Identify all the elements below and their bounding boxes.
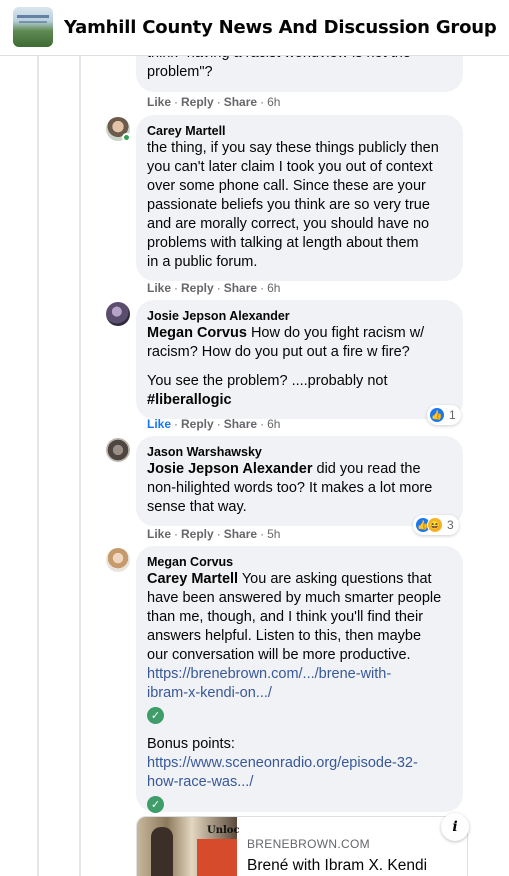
comment-text: passionate beliefs you think are so very…	[147, 197, 430, 213]
comment-text: problem"?	[147, 64, 213, 80]
link-domain: BRENEBROWN.COM	[247, 837, 370, 851]
comment-text: Bonus points:	[147, 736, 235, 752]
comment-text: have been answered by much smarter peopl…	[147, 590, 442, 606]
comment-text: sense that way.	[147, 499, 247, 515]
comment-actions: Like · Reply · Share · 6h	[147, 95, 281, 109]
comment-author[interactable]: Jason Warshawsky	[147, 444, 451, 460]
comment-author[interactable]: Megan Corvus	[147, 554, 451, 570]
comment-author[interactable]: Josie Jepson Alexander	[147, 308, 451, 324]
timestamp[interactable]: 5h	[267, 527, 280, 541]
avatar[interactable]	[106, 548, 130, 572]
online-status-dot	[122, 133, 131, 142]
comment-text: How do you fight racism w/	[246, 325, 425, 341]
comment-text: in a public forum.	[147, 254, 258, 270]
comment-text: racism? How do you put out a fire w fire…	[147, 344, 410, 360]
check-icon: ✓	[147, 707, 164, 724]
reaction-summary[interactable]: 👍 😆 3	[413, 515, 459, 535]
timestamp[interactable]: 6h	[267, 95, 280, 109]
laughing-face-icon: 😆	[427, 517, 443, 533]
timestamp[interactable]: 6h	[267, 417, 280, 431]
url-link[interactable]: how-race-was.../	[147, 773, 451, 792]
comment-actions: Like · Reply · Share · 6h	[147, 417, 281, 431]
like-link[interactable]: Like	[147, 417, 171, 431]
comment-text: our conversation will be more productive…	[147, 647, 411, 663]
comment-text: the thing, if you say these things publi…	[147, 140, 439, 156]
avatar[interactable]	[106, 302, 130, 326]
comment-bubble: Carey Martell the thing, if you say thes…	[136, 115, 463, 281]
comment-text: and are morally correct, you should have…	[147, 216, 430, 232]
comment-actions: Like · Reply · Share · 5h	[147, 527, 281, 541]
comment-actions: Like · Reply · Share · 6h	[147, 281, 281, 295]
group-thumbnail[interactable]	[13, 7, 53, 47]
check-icon: ✓	[147, 796, 164, 813]
mention-link[interactable]: Carey Martell	[147, 571, 238, 587]
group-header: Yamhill County News And Discussion Group	[0, 0, 509, 56]
group-title[interactable]: Yamhill County News And Discussion Group	[64, 17, 497, 38]
reply-link[interactable]: Reply	[181, 527, 214, 541]
reaction-count: 3	[447, 518, 454, 532]
comment-bubble: Jason Warshawsky Josie Jepson Alexander …	[136, 436, 463, 526]
avatar[interactable]	[106, 438, 130, 462]
link-preview-card[interactable]: Unloc BRENEBROWN.COM Brené with Ibram X.…	[136, 816, 468, 876]
comment-text: You see the problem? ....probably not	[147, 373, 388, 389]
reply-link[interactable]: Reply	[181, 281, 214, 295]
comment-text: you can't later claim I took you out of …	[147, 159, 433, 175]
url-link[interactable]: ibram-x-kendi-on.../	[147, 684, 451, 703]
info-icon[interactable]: i	[441, 813, 469, 841]
mention-link[interactable]: Josie Jepson Alexander	[147, 461, 312, 477]
comment-text: than me, though, and I think you'll find…	[147, 609, 424, 625]
comment-text: over some phone call. Since these are yo…	[147, 178, 426, 194]
share-link[interactable]: Share	[224, 527, 257, 541]
url-link[interactable]: https://brenebrown.com/.../brene-with-	[147, 665, 451, 684]
reaction-count: 1	[449, 408, 456, 422]
share-link[interactable]: Share	[224, 281, 257, 295]
like-link[interactable]: Like	[147, 281, 171, 295]
link-preview-image: Unloc	[137, 817, 240, 876]
comment-text: problems with talking at length about th…	[147, 235, 419, 251]
like-link[interactable]: Like	[147, 95, 171, 109]
share-link[interactable]: Share	[224, 95, 257, 109]
mention-link[interactable]: Megan Corvus	[147, 325, 247, 341]
thread-line	[37, 56, 39, 876]
reply-link[interactable]: Reply	[181, 417, 214, 431]
image-text: Unloc	[207, 825, 240, 836]
comment-text: You are asking questions that	[238, 571, 432, 587]
link-title: Brené with Ibram X. Kendi	[247, 857, 428, 874]
thumbs-up-icon: 👍	[429, 407, 445, 423]
comment-bubble: Josie Jepson Alexander Megan Corvus How …	[136, 300, 463, 419]
share-link[interactable]: Share	[224, 417, 257, 431]
reaction-summary[interactable]: 👍 1	[427, 405, 461, 425]
reply-link[interactable]: Reply	[181, 95, 214, 109]
comment-text: answers helpful. Listen to this, then ma…	[147, 628, 422, 644]
comment-text: non-hilighted words too? It makes a lot …	[147, 480, 433, 496]
comment-bubble: Megan Corvus Carey Martell You are askin…	[136, 546, 463, 813]
hashtag-link[interactable]: #liberallogic	[147, 391, 451, 410]
thread-line	[79, 56, 81, 876]
like-link[interactable]: Like	[147, 527, 171, 541]
url-link[interactable]: https://www.sceneonradio.org/episode-32-	[147, 754, 451, 773]
timestamp[interactable]: 6h	[267, 281, 280, 295]
comment-text: did you read the	[312, 461, 421, 477]
comment-author[interactable]: Carey Martell	[147, 123, 451, 139]
